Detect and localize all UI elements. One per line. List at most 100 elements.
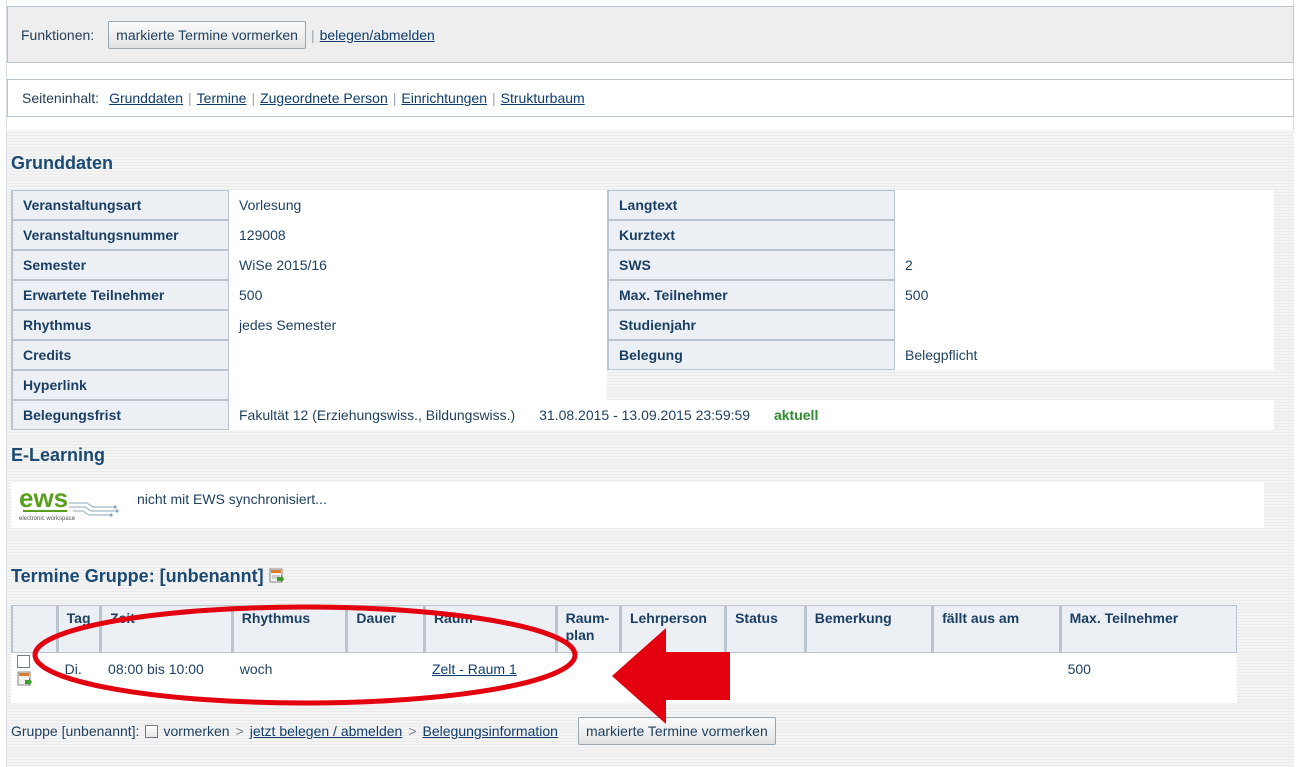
- field-label: Erwartete Teilnehmer: [11, 280, 229, 310]
- field-value: [229, 370, 607, 400]
- column-header: Rhythmus: [231, 605, 347, 653]
- column-header: Status: [725, 605, 805, 653]
- separator: |: [392, 90, 397, 106]
- separator: |: [251, 90, 256, 106]
- field-label: Hyperlink: [11, 370, 229, 400]
- nav-strukturbaum-link[interactable]: Strukturbaum: [501, 90, 585, 106]
- field-value: [229, 340, 607, 370]
- field-label: Belegungsfrist: [11, 400, 229, 430]
- ews-status-text: nicht mit EWS synchronisiert...: [137, 491, 327, 507]
- field-value: jedes Semester: [229, 310, 607, 340]
- empty-cell: [895, 370, 1274, 400]
- ews-box: ews electronic workspace nicht mit EWS s…: [11, 482, 1264, 528]
- mark-appointments-button[interactable]: markierte Termine vormerken: [577, 717, 776, 745]
- nav-person-link[interactable]: Zugeordnete Person: [260, 90, 388, 106]
- field-value: [895, 190, 1274, 220]
- separator: |: [188, 90, 192, 106]
- column-header: Bemerkung: [804, 605, 933, 653]
- nav-grunddaten-link[interactable]: Grunddaten: [109, 90, 183, 106]
- room-link[interactable]: Zelt - Raum 1: [432, 661, 517, 677]
- ews-logo-subtext: electronic workspace: [19, 516, 76, 522]
- field-label: Veranstaltungsart: [11, 190, 229, 220]
- field-value: Belegpflicht: [895, 340, 1274, 370]
- field-label: Rhythmus: [11, 310, 229, 340]
- chevron-right-icon: >: [408, 723, 417, 739]
- vormerken-label: vormerken: [163, 723, 230, 739]
- belegungsfrist-zeitraum: 31.08.2015 - 13.09.2015 23:59:59: [539, 407, 751, 423]
- field-value: [895, 220, 1274, 250]
- nav-termine-link[interactable]: Termine: [197, 90, 247, 106]
- cell-raumplan: [555, 653, 620, 703]
- column-header: fällt aus am: [932, 605, 1060, 653]
- field-value: 129008: [229, 220, 607, 250]
- separator: |: [492, 90, 496, 106]
- page-content-nav: Seiteninhalt: Grunddaten | Termine | Zug…: [7, 79, 1294, 117]
- export-icon[interactable]: [269, 568, 285, 584]
- field-value: 500: [229, 280, 607, 310]
- belegen-abmelden-link[interactable]: belegen/abmelden: [320, 27, 435, 43]
- table-row: Di. 08:00 bis 10:00 woch Zelt - Raum 1 5…: [11, 653, 1237, 703]
- field-label: Studienjahr: [607, 310, 895, 340]
- field-label: Veranstaltungsnummer: [11, 220, 229, 250]
- elearning-heading: E-Learning: [11, 445, 106, 465]
- row-actions: [11, 653, 57, 703]
- table-row: Rhythmus jedes Semester Studienjahr: [11, 310, 1274, 340]
- field-label: Belegung: [607, 340, 895, 370]
- chevron-right-icon: >: [235, 723, 244, 739]
- belegungsfrist-value: Fakultät 12 (Erziehungswiss., Bildungswi…: [229, 400, 1274, 430]
- table-row: Semester WiSe 2015/16 SWS 2: [11, 250, 1274, 280]
- ews-logo-icon: ews electronic workspace: [19, 483, 119, 522]
- belegungsinformation-link[interactable]: Belegungsinformation: [423, 723, 558, 739]
- export-icon[interactable]: [17, 671, 33, 687]
- status-badge: aktuell: [773, 407, 819, 423]
- field-label: Langtext: [607, 190, 895, 220]
- belegungsfrist-fakultaet: Fakultät 12 (Erziehungswiss., Bildungswi…: [239, 407, 516, 423]
- table-row: Hyperlink: [11, 370, 1274, 400]
- cell-raum: Zelt - Raum 1: [423, 653, 556, 703]
- field-value: [895, 310, 1274, 340]
- jetzt-belegen-link[interactable]: jetzt belegen / abmelden: [250, 723, 403, 739]
- cell-faellt-aus: [932, 653, 1060, 703]
- table-row: Veranstaltungsnummer 129008 Kurztext: [11, 220, 1274, 250]
- cell-max-teilnehmer: 500: [1059, 653, 1237, 703]
- column-header: Tag: [56, 605, 101, 653]
- cell-bemerkung: [804, 653, 933, 703]
- cell-rhythmus: woch: [231, 653, 347, 703]
- column-header: Zeit: [100, 605, 232, 653]
- field-value: Vorlesung: [229, 190, 607, 220]
- table-row: Belegungsfrist Fakultät 12 (Erziehungswi…: [11, 400, 1274, 430]
- field-label: Credits: [11, 340, 229, 370]
- nav-einrichtungen-link[interactable]: Einrichtungen: [401, 90, 487, 106]
- ews-logo: ews electronic workspace: [17, 483, 129, 525]
- cell-zeit: 08:00 bis 10:00: [100, 653, 232, 703]
- field-label: Kurztext: [607, 220, 895, 250]
- table-row: Erwartete Teilnehmer 500 Max. Teilnehmer…: [11, 280, 1274, 310]
- column-header: [11, 605, 57, 653]
- termine-table: Tag Zeit Rhythmus Dauer Raum Raum-plan L…: [11, 605, 1237, 703]
- ews-logo-text: ews: [19, 485, 68, 513]
- vormerken-checkbox[interactable]: [145, 724, 159, 738]
- checkbox-icon[interactable]: [17, 655, 30, 668]
- table-header-row: Tag Zeit Rhythmus Dauer Raum Raum-plan L…: [11, 605, 1237, 653]
- mark-appointments-button[interactable]: markierte Termine vormerken: [108, 20, 306, 49]
- field-label: Semester: [11, 250, 229, 280]
- column-header: Max. Teilnehmer: [1059, 605, 1237, 653]
- column-header: Lehrperson: [619, 605, 726, 653]
- grunddaten-table: Veranstaltungsart Vorlesung Langtext Ver…: [11, 190, 1274, 430]
- termine-heading-text: Termine Gruppe: [unbenannt]: [11, 566, 264, 586]
- field-value: 500: [895, 280, 1274, 310]
- field-value: 2: [895, 250, 1274, 280]
- cell-dauer: [346, 653, 424, 703]
- page-content-label: Seiteninhalt:: [22, 90, 100, 106]
- cell-status: [725, 653, 805, 703]
- table-row: Credits Belegung Belegpflicht: [11, 340, 1274, 370]
- separator: |: [310, 26, 315, 43]
- column-header: Raum-plan: [555, 605, 620, 653]
- empty-cell: [607, 370, 895, 400]
- termine-heading: Termine Gruppe: [unbenannt]: [11, 566, 285, 587]
- group-label: Gruppe [unbenannt]:: [11, 723, 140, 739]
- column-header: Raum: [423, 605, 556, 653]
- field-label: SWS: [607, 250, 895, 280]
- field-label: Max. Teilnehmer: [607, 280, 895, 310]
- cell-lehrperson: [619, 653, 726, 703]
